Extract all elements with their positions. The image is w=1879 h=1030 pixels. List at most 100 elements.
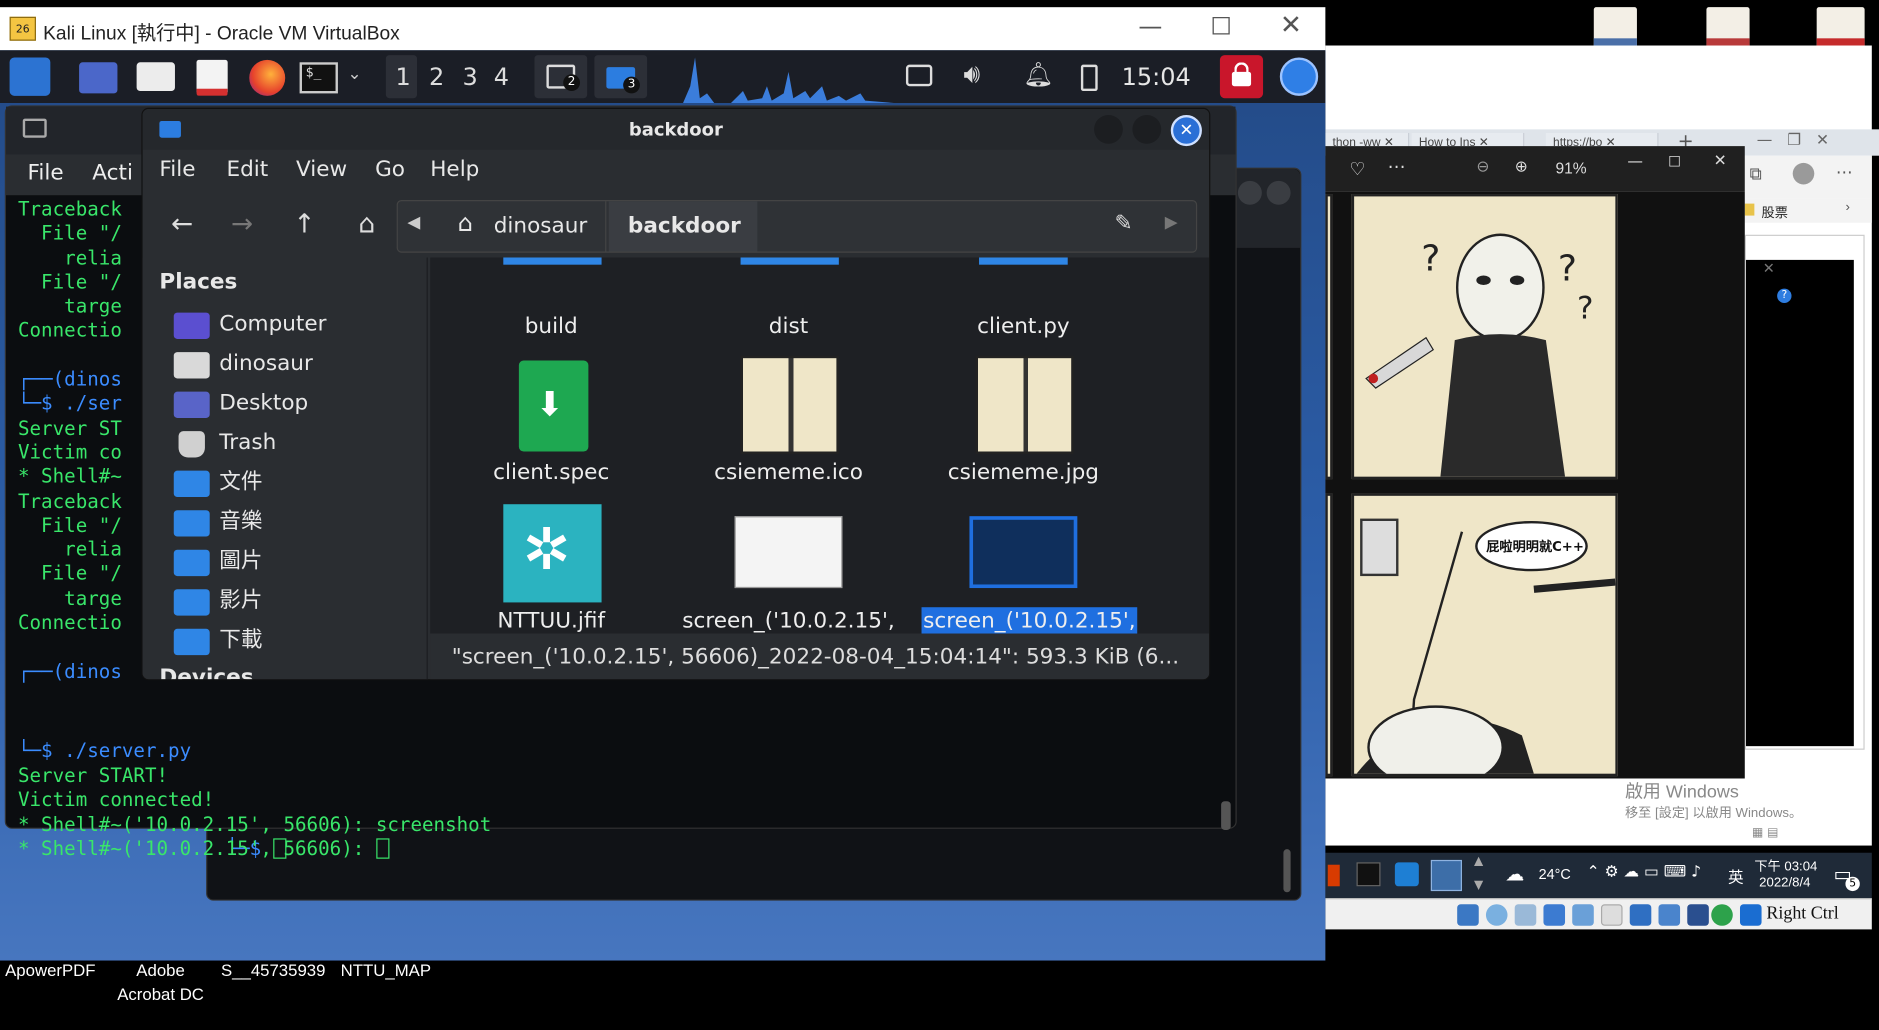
chevron-right-icon[interactable]: › — [1845, 200, 1849, 214]
display-status-icon[interactable] — [1629, 904, 1652, 926]
maximize-button[interactable] — [1132, 114, 1162, 144]
desktop-label-acrobat[interactable]: Adobe Acrobat DC — [108, 958, 213, 1006]
desktop-label-apowerpdf[interactable]: ApowerPDF — [0, 958, 101, 982]
file-item[interactable]: dist — [675, 257, 903, 365]
file-item[interactable]: csiememe.ico — [675, 355, 903, 512]
panel-clock[interactable]: 15:04 — [1122, 62, 1191, 91]
display-icon[interactable] — [905, 64, 933, 87]
more-icon[interactable]: ⋯ — [1388, 156, 1406, 178]
mouse-integration-icon[interactable] — [1711, 904, 1733, 926]
zoom-out-icon[interactable]: ⊖ — [1476, 158, 1489, 176]
path-right-arrow[interactable]: ▶ — [1165, 213, 1178, 232]
ime-indicator[interactable]: 英 — [1728, 865, 1744, 888]
weather-temp[interactable]: 24°C — [1539, 866, 1571, 883]
maximize-button[interactable] — [1237, 180, 1262, 205]
file-item[interactable]: screen_('10.0.2.15', 56606)_2022-08-0 — [910, 504, 1138, 634]
file-item[interactable]: ⬇ client.spec — [437, 356, 665, 512]
collections-icon[interactable]: ⧉ — [1750, 165, 1762, 184]
keyboard-status-icon[interactable] — [1739, 904, 1762, 926]
battery-icon[interactable] — [1080, 64, 1098, 92]
favorite-icon[interactable]: ♡ — [1349, 158, 1365, 180]
close-icon[interactable]: ✕ — [1280, 11, 1302, 41]
window-button-files[interactable]: 3 — [594, 55, 648, 99]
network-status-icon[interactable] — [1543, 904, 1566, 926]
scrollbar[interactable] — [1283, 849, 1291, 893]
path-segment-dinosaur[interactable]: ⌂ dinosaur — [443, 201, 607, 252]
desktop-file-icon[interactable] — [1593, 7, 1637, 48]
zoom-in-icon[interactable]: ⊕ — [1515, 158, 1528, 176]
minimize-icon[interactable]: — — [1138, 12, 1162, 41]
chevron-down-icon[interactable]: ⌄ — [348, 65, 362, 84]
logout-icon[interactable] — [1279, 57, 1319, 96]
audio-status-icon[interactable] — [1514, 904, 1537, 926]
cpu-status-icon[interactable] — [1687, 904, 1709, 926]
file-item[interactable]: screen_('10.0.2.15', 50921)_2022-08-0 — [675, 504, 903, 634]
browser-window-controls[interactable]: — ❐ ✕ — [1757, 132, 1829, 150]
vm-app-icon[interactable] — [1394, 862, 1419, 887]
close-button[interactable] — [1266, 180, 1291, 205]
home-icon[interactable]: ⌂ — [349, 207, 385, 243]
usb-status-icon[interactable] — [1572, 904, 1594, 926]
workspace-1[interactable]: 1 — [395, 62, 410, 91]
menu-view[interactable]: View — [296, 157, 347, 182]
notification-bell-icon[interactable]: 🔔︎ — [1023, 60, 1053, 89]
close-icon[interactable]: ✕ — [1763, 260, 1775, 277]
firefox-icon[interactable] — [249, 59, 286, 96]
scrollbar[interactable] — [1221, 801, 1231, 830]
weather-icon[interactable]: ☁ — [1505, 862, 1524, 885]
menu-file[interactable]: File — [159, 157, 195, 182]
maximize-icon[interactable]: ☐ — [1210, 12, 1231, 41]
volume-icon[interactable]: 🔊︎ — [963, 60, 980, 90]
photos-app-icon[interactable] — [1430, 859, 1462, 892]
file-item[interactable]: csiememe.jpg — [910, 355, 1138, 512]
desktop-file-icon[interactable] — [1816, 7, 1865, 48]
shared-folder-icon[interactable] — [1600, 904, 1623, 926]
lock-screen-icon[interactable] — [1219, 55, 1264, 99]
close-button[interactable]: ✕ — [1170, 114, 1202, 147]
menu-actions[interactable]: Acti — [92, 160, 133, 185]
favorite-item[interactable]: 股票 — [1762, 202, 1788, 221]
path-segment-backdoor[interactable]: backdoor — [608, 201, 758, 252]
edit-path-icon[interactable]: ✎ — [1114, 211, 1132, 236]
hdd-status-icon[interactable] — [1457, 904, 1479, 926]
desktop-file-icon[interactable] — [1706, 7, 1750, 48]
file-item[interactable]: build — [437, 257, 665, 365]
taskbar-time[interactable]: 下午 03:04 — [1754, 856, 1817, 875]
taskbar-date[interactable]: 2022/8/4 — [1759, 875, 1810, 889]
terminal-app-icon[interactable] — [1356, 862, 1381, 887]
maximize-icon[interactable]: ☐ — [1668, 153, 1681, 170]
desktop-label-nttu-map[interactable]: NTTU_MAP — [336, 958, 437, 982]
window-button-terminal[interactable]: 2 — [534, 55, 588, 99]
recording-status-icon[interactable] — [1658, 904, 1681, 926]
tray-icons[interactable]: ⌃ ⚙ ☁ ▭ ⌨ ♪ — [1587, 864, 1702, 882]
show-desktop-icon[interactable] — [79, 62, 118, 94]
avatar[interactable] — [1792, 162, 1815, 185]
file-manager-icon[interactable] — [136, 62, 175, 92]
menu-edit[interactable]: Edit — [226, 157, 268, 182]
workspace-4[interactable]: 4 — [494, 62, 509, 91]
minimize-icon[interactable]: — — [1627, 153, 1643, 171]
kali-menu-icon[interactable] — [9, 57, 51, 96]
desktop-label-s45735939[interactable]: S__45735939 — [218, 958, 328, 982]
text-editor-icon[interactable] — [196, 59, 228, 96]
forward-arrow-icon[interactable]: → — [224, 207, 260, 243]
close-icon[interactable]: ✕ — [1714, 152, 1727, 170]
menu-go[interactable]: Go — [375, 157, 405, 182]
workspace-2[interactable]: 2 — [429, 62, 444, 91]
path-left-arrow[interactable]: ◀ — [407, 213, 420, 232]
scroll-down-icon[interactable]: ▼ — [1474, 879, 1483, 892]
file-item[interactable]: client.py — [910, 257, 1138, 365]
file-item[interactable]: ✲ NTTUU.jfif — [437, 504, 665, 634]
terminal-icon[interactable]: $_ — [299, 62, 338, 94]
minimize-button[interactable] — [1094, 114, 1123, 144]
menu-file[interactable]: File — [28, 160, 64, 185]
help-icon[interactable]: ? — [1777, 288, 1792, 304]
scroll-up-icon[interactable]: ▲ — [1474, 855, 1483, 868]
back-arrow-icon[interactable]: ← — [164, 207, 200, 243]
optical-status-icon[interactable] — [1485, 904, 1508, 926]
menu-help[interactable]: Help — [430, 157, 479, 182]
more-icon[interactable]: ⋯ — [1836, 163, 1853, 182]
office-icon[interactable] — [1327, 864, 1340, 887]
workspace-3[interactable]: 3 — [463, 62, 478, 91]
up-arrow-icon[interactable]: ↑ — [286, 207, 322, 243]
